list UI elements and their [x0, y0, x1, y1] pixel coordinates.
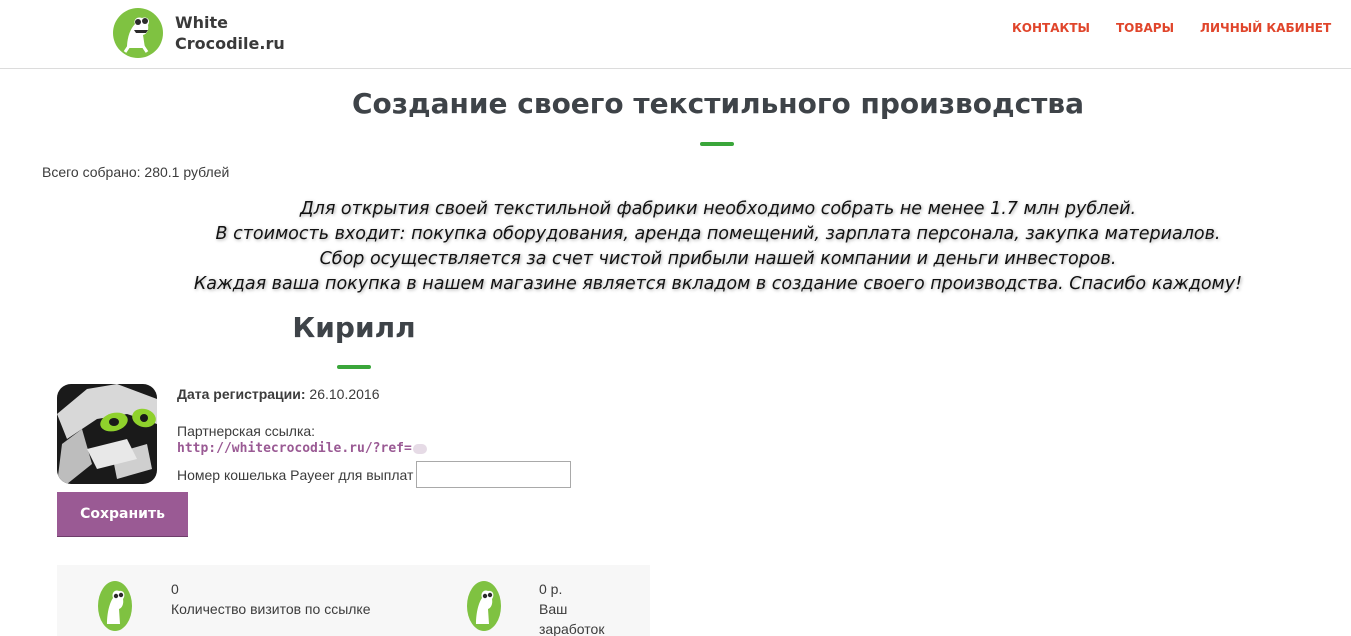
wallet-row: Номер кошелька Payeer для выплат — [177, 461, 572, 488]
nav-products[interactable]: ТОВАРЫ — [1116, 21, 1174, 35]
nav-contacts[interactable]: КОНТАКТЫ — [1012, 21, 1090, 35]
site-header: White Crocodile.ru КОНТАКТЫ ТОВАРЫ ЛИЧНЫ… — [0, 0, 1351, 69]
name-underline — [337, 365, 371, 369]
wallet-input[interactable] — [416, 461, 572, 488]
page: White Crocodile.ru КОНТАКТЫ ТОВАРЫ ЛИЧНЫ… — [0, 0, 1351, 636]
logo-text: White Crocodile.ru — [175, 12, 285, 54]
crocodile-icon — [98, 581, 132, 631]
registration-date: Дата регистрации: 26.10.2016 — [177, 386, 427, 402]
wallet-label: Номер кошелька Payeer для выплат — [177, 466, 414, 483]
profile-info: Дата регистрации: 26.10.2016 Партнерская… — [177, 386, 427, 458]
redacted-ref-code — [412, 443, 427, 454]
stat-value: 0 р. — [539, 581, 563, 597]
reg-date: 26.10.2016 — [309, 386, 380, 402]
intro-line-4: Каждая ваша покупка в нашем магазине явл… — [193, 274, 1243, 294]
stat-label: Количество визитов по ссылке — [171, 601, 371, 617]
crocodile-logo-icon — [113, 8, 163, 58]
main-nav: КОНТАКТЫ ТОВАРЫ ЛИЧНЫЙ КАБИНЕТ ВЫ — [1012, 21, 1351, 35]
avatar-image-icon — [57, 384, 157, 484]
stat-value: 0 — [171, 581, 179, 597]
page-title: Создание своего текстильного производств… — [351, 87, 1085, 120]
nav-account[interactable]: ЛИЧНЫЙ КАБИНЕТ — [1200, 21, 1331, 35]
crocodile-icon — [467, 581, 501, 631]
referral-link-text: http://whitecrocodile.ru/?ref= — [177, 441, 412, 456]
reg-label: Дата регистрации: — [177, 386, 306, 402]
stat-label: Ваш заработок — [539, 601, 605, 636]
avatar — [57, 384, 157, 484]
collected-total: Всего собрано: 280.1 рублей — [42, 164, 230, 180]
referral-link[interactable]: http://whitecrocodile.ru/?ref= — [177, 440, 427, 458]
stat-text: 0 Количество визитов по ссылке — [171, 579, 371, 619]
stats-panel: 0 Количество визитов по ссылке 0 р. Ваш … — [57, 565, 650, 636]
stat-text: 0 р. Ваш заработок — [539, 579, 629, 636]
intro-text: Для открытия своей текстильной фабрики н… — [0, 197, 1351, 297]
site-logo[interactable]: White Crocodile.ru — [113, 8, 285, 58]
logo-line-2: Crocodile.ru — [175, 34, 285, 53]
ref-label: Партнерская ссылка: — [177, 423, 316, 439]
intro-line-1: Для открытия своей текстильной фабрики н… — [299, 199, 1137, 219]
intro-line-3: Сбор осуществляется за счет чистой прибы… — [319, 249, 1117, 269]
title-underline — [700, 142, 734, 146]
user-name: Кирилл — [292, 311, 416, 344]
intro-line-2: В стоимость входит: покупка оборудования… — [215, 224, 1221, 244]
logo-line-1: White — [175, 13, 229, 32]
save-button[interactable]: Сохранить — [57, 492, 188, 537]
